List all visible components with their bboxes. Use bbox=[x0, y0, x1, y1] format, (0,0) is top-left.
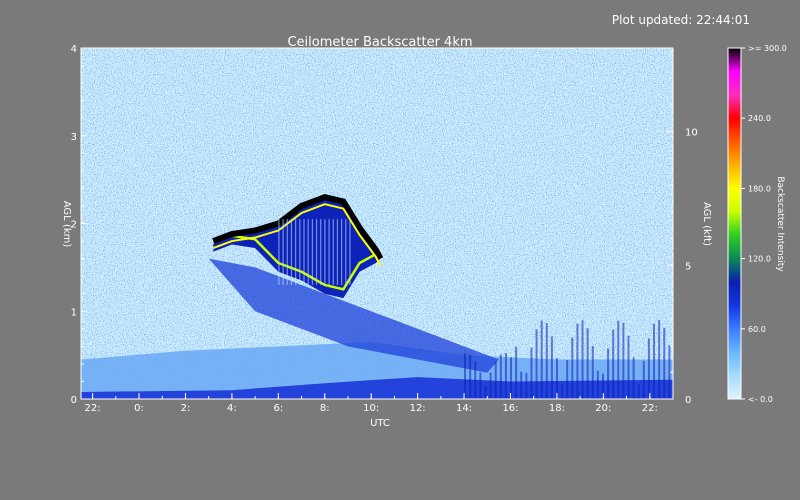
cloud-streak bbox=[295, 219, 297, 285]
y-tick-label: 3 bbox=[71, 132, 77, 143]
convective-streak bbox=[622, 322, 625, 399]
cloud-streak bbox=[282, 219, 284, 285]
convective-streak bbox=[499, 354, 502, 399]
x-tick-label: 20: bbox=[595, 403, 611, 414]
x-tick-label: 12: bbox=[410, 403, 426, 414]
x-tick-label: 2: bbox=[181, 403, 191, 414]
x-tick-label: 10: bbox=[363, 403, 379, 414]
convective-streak bbox=[469, 354, 472, 399]
convective-streak bbox=[647, 338, 650, 399]
y-tick-label: 0 bbox=[71, 395, 77, 406]
x-tick-label: 6: bbox=[273, 403, 283, 414]
convective-streak bbox=[607, 348, 610, 399]
colorbar-ramp bbox=[727, 47, 742, 400]
convective-streak bbox=[581, 320, 584, 399]
convective-streak bbox=[566, 360, 569, 399]
convective-streak bbox=[525, 372, 528, 399]
convective-streak bbox=[642, 360, 645, 399]
convective-streak bbox=[555, 358, 558, 399]
convective-streak bbox=[489, 372, 492, 399]
x-tick-label: 22: bbox=[85, 403, 101, 414]
convective-streak bbox=[474, 361, 477, 399]
convective-streak bbox=[494, 361, 497, 399]
y-tick-label: 4 bbox=[71, 44, 77, 55]
convective-streak bbox=[530, 347, 533, 399]
convective-streak bbox=[561, 384, 564, 399]
cloud-streak bbox=[311, 219, 313, 285]
convective-streak bbox=[586, 328, 589, 399]
cloud-streak bbox=[328, 219, 330, 285]
cloud-streak bbox=[324, 219, 326, 285]
cloud-streak bbox=[349, 219, 351, 285]
convective-streak bbox=[520, 371, 523, 399]
x-tick-label: 4: bbox=[227, 403, 237, 414]
x-tick-label: 14: bbox=[456, 403, 472, 414]
cloud-streak bbox=[278, 219, 280, 285]
convective-streak bbox=[540, 320, 543, 399]
colorbar-tick-label: 60.0 bbox=[748, 325, 766, 334]
cloud-streak bbox=[290, 219, 293, 285]
x-tick-label: 18: bbox=[549, 403, 565, 414]
cloud-streak bbox=[332, 219, 334, 285]
cloud-streak bbox=[307, 219, 309, 285]
convective-streak bbox=[510, 357, 513, 399]
convective-streak bbox=[596, 370, 599, 399]
y2-tick-label: 0 bbox=[685, 395, 691, 406]
x-tick-label: 0: bbox=[134, 403, 144, 414]
convective-streak bbox=[504, 353, 507, 399]
convective-streak bbox=[535, 329, 538, 399]
y2-tick-label: 10 bbox=[685, 128, 698, 139]
cloud-streak bbox=[341, 219, 343, 285]
convective-streak bbox=[637, 383, 640, 399]
y2-axis-label: AGL (kft) bbox=[701, 202, 712, 246]
convective-streak bbox=[479, 372, 482, 399]
y-tick-label: 1 bbox=[71, 307, 77, 318]
colorbar-tick-label: <- 0.0 bbox=[748, 395, 773, 404]
x-tick-label: 16: bbox=[502, 403, 518, 414]
convective-streak bbox=[464, 353, 467, 399]
cloud-streak bbox=[336, 219, 339, 285]
x-tick-label: 8: bbox=[320, 403, 330, 414]
convective-streak bbox=[627, 335, 630, 399]
convective-streak bbox=[653, 323, 656, 399]
cloud-streak bbox=[286, 219, 288, 285]
convective-streak bbox=[484, 385, 487, 399]
cloud-streak bbox=[315, 219, 318, 285]
convective-streak bbox=[612, 329, 615, 399]
x-tick-label: 22: bbox=[642, 403, 658, 414]
convective-streak bbox=[663, 327, 666, 399]
colorbar-tick-label: 240.0 bbox=[748, 114, 771, 123]
cloud-streak bbox=[299, 219, 301, 285]
convective-streak bbox=[571, 337, 574, 399]
y-axis-label: AGL (km) bbox=[61, 201, 72, 248]
convective-streak bbox=[658, 320, 661, 399]
colorbar-label: Backscatter Intensity bbox=[775, 176, 785, 272]
heatmap-plot-area bbox=[80, 47, 674, 400]
ceilometer-chart: Ceilometer Backscatter 4km 22: 0: 2: 4: 6: 8:… bbox=[61, 35, 787, 429]
convective-streak bbox=[545, 322, 548, 399]
y2-tick-label: 5 bbox=[685, 261, 691, 272]
cloud-streak bbox=[320, 219, 322, 285]
cloud-streak bbox=[303, 219, 305, 285]
colorbar-tick-label: 120.0 bbox=[748, 255, 771, 264]
colorbar-tick-label: >= 300.0 bbox=[748, 44, 787, 53]
x-axis-label: UTC bbox=[370, 418, 390, 429]
cloud-streak bbox=[345, 219, 347, 285]
convective-streak bbox=[632, 357, 635, 399]
convective-streak bbox=[550, 336, 553, 399]
colorbar-tick-label: 180.0 bbox=[748, 184, 771, 193]
convective-streak bbox=[591, 346, 594, 399]
convective-streak bbox=[617, 320, 620, 399]
convective-streak bbox=[515, 346, 518, 399]
convective-streak bbox=[576, 323, 579, 399]
